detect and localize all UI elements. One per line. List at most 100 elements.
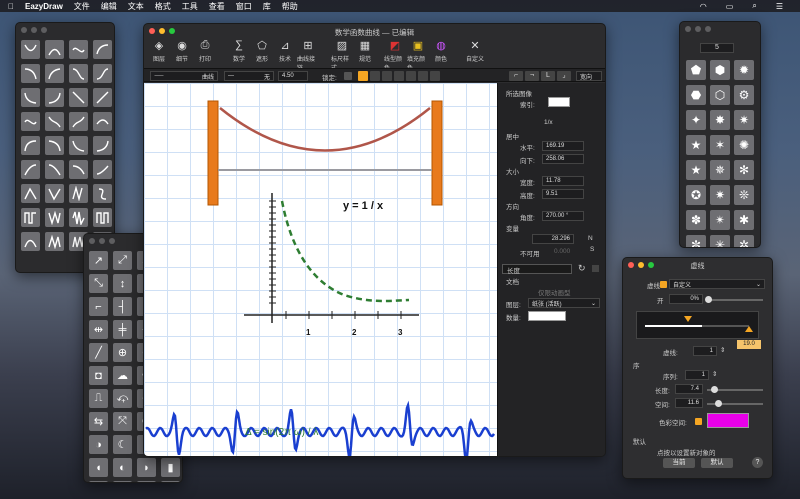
dash-type-select[interactable]: 自定义 ⌄	[669, 279, 765, 289]
drawing-tool-icon[interactable]: ◐	[113, 458, 132, 477]
length-slider[interactable]	[707, 386, 763, 393]
shape-tool-icon[interactable]: ✺	[734, 135, 754, 155]
left-post[interactable]	[207, 100, 219, 206]
shape-tool-icon[interactable]: ✪	[686, 185, 706, 205]
dash-count-field[interactable]: 1	[693, 346, 717, 356]
curve-tool-icon[interactable]	[69, 112, 88, 131]
curve-tool-icon[interactable]	[21, 112, 40, 131]
curve-tool-icon[interactable]	[45, 232, 64, 251]
curve-tool-icon[interactable]	[69, 88, 88, 107]
shape-tool-icon[interactable]: ⚙	[734, 85, 754, 105]
app-menu[interactable]: EazyDraw	[25, 2, 63, 11]
align-right-icon[interactable]	[382, 71, 392, 81]
shape-tool-icon[interactable]: ⬟	[686, 60, 706, 80]
shape-tool-icon[interactable]: ✲	[734, 235, 754, 247]
curve-link-button[interactable]: ⊞曲线接链	[297, 38, 319, 73]
curve-tool-icon[interactable]	[45, 112, 64, 131]
curve-tool-icon[interactable]	[69, 208, 88, 227]
align-center-icon[interactable]	[370, 71, 380, 81]
drawing-tool-icon[interactable]: ╪	[113, 320, 132, 339]
curve-tool-icon[interactable]	[45, 208, 64, 227]
wave-label[interactable]: Δ = sin(2π ω) / λ	[245, 427, 318, 438]
color-checkbox[interactable]	[695, 418, 702, 425]
wifi-icon[interactable]: ◠	[700, 2, 707, 11]
drawing-tool-icon[interactable]: ⎍	[89, 389, 108, 408]
menu-view[interactable]: 查看	[209, 1, 225, 12]
curve-tool-icon[interactable]	[21, 40, 40, 59]
curve-tool-icon[interactable]	[93, 160, 112, 179]
drawing-tool-icon[interactable]: ◑	[89, 435, 108, 454]
drawing-tool-icon[interactable]: ◖	[89, 458, 108, 477]
sine-wave[interactable]	[145, 400, 496, 457]
dash-checkbox[interactable]	[660, 281, 667, 288]
shape-tool-icon[interactable]: ✸	[710, 110, 730, 130]
curve-tool-icon[interactable]	[69, 40, 88, 59]
shape-tool-icon[interactable]: ✵	[710, 160, 730, 180]
shape-tool-icon[interactable]: ⬡	[710, 85, 730, 105]
corner-bl-icon[interactable]: L	[541, 71, 555, 81]
length-field[interactable]: 长度	[502, 264, 572, 275]
shape-tool-icon[interactable]: ⬢	[710, 60, 730, 80]
fill-color-button[interactable]: ▣填充颜色	[407, 38, 429, 73]
dash-preview[interactable]	[636, 311, 759, 339]
curve-tool-icon[interactable]	[93, 88, 112, 107]
angle-field[interactable]: 270.00 °	[542, 211, 584, 221]
refresh-icon[interactable]: ↻	[578, 263, 586, 274]
length-field-dash[interactable]: 7.4	[675, 384, 703, 394]
dash-marker-icon[interactable]	[684, 316, 692, 322]
layer-select[interactable]: 纸张 (活跃) ⌄	[528, 298, 600, 308]
drawing-tool-icon[interactable]: ☾	[113, 435, 132, 454]
drawing-tool-icon[interactable]: ⌐	[89, 297, 108, 316]
spec-button[interactable]: ▦ 规范	[354, 38, 376, 64]
align-justify-icon[interactable]	[394, 71, 404, 81]
curve-tool-icon[interactable]	[93, 64, 112, 83]
drawing-tool-icon[interactable]: 012	[113, 481, 132, 482]
line-color-button[interactable]: ◩线型颜色	[384, 38, 406, 73]
shape-tool-icon[interactable]: ✷	[734, 110, 754, 130]
drawing-tool-icon[interactable]: ⤢	[113, 251, 132, 270]
menu-library[interactable]: 库	[263, 1, 271, 12]
right-post[interactable]	[431, 100, 443, 206]
orient-select[interactable]: 宽向	[576, 71, 602, 81]
menu-window[interactable]: 窗口	[236, 1, 252, 12]
curve-tool-icon[interactable]	[21, 184, 40, 203]
curve-tool-icon[interactable]	[69, 64, 88, 83]
align-middle-icon[interactable]	[418, 71, 428, 81]
shape-tool-icon[interactable]: ✹	[734, 60, 754, 80]
drawing-tool-icon[interactable]: ◘	[89, 366, 108, 385]
shape-tool-icon[interactable]: ✳	[710, 235, 730, 247]
shape-tool-icon[interactable]: ✶	[710, 135, 730, 155]
drawing-tool-icon[interactable]: ┤	[113, 297, 132, 316]
reciprocal-curve[interactable]	[280, 200, 410, 303]
space-field[interactable]: 11.6	[675, 398, 703, 408]
points-field[interactable]: 5	[700, 43, 734, 53]
color-swatch[interactable]	[707, 413, 749, 428]
drawing-tool-icon[interactable]: ▦	[137, 481, 156, 482]
curve-tool-icon[interactable]	[93, 40, 112, 59]
height-field[interactable]: 9.51	[542, 189, 584, 199]
color-button[interactable]: ◍ 颜色	[430, 38, 452, 64]
shape-tool-icon[interactable]: ✽	[686, 210, 706, 230]
line-style-select[interactable]: ········· 曲线	[150, 71, 218, 81]
drawing-tool-icon[interactable]: ╱	[89, 343, 108, 362]
gap-marker-icon[interactable]	[745, 326, 753, 332]
math-button[interactable]: ∑ 数学	[228, 38, 250, 63]
shape-button[interactable]: ⬠ 遮形	[251, 38, 273, 64]
curve-tool-icon[interactable]	[21, 232, 40, 251]
search-icon[interactable]: ⌕	[752, 1, 756, 11]
curve-tool-icon[interactable]	[69, 160, 88, 179]
curve-tool-icon[interactable]	[45, 160, 64, 179]
shape-tool-icon[interactable]: ⬣	[686, 85, 706, 105]
sequence-stepper[interactable]: ⇕	[712, 370, 717, 378]
equation-label[interactable]: y = 1 / x	[343, 200, 383, 212]
corner-tl-icon[interactable]: ⌐	[509, 71, 523, 81]
shape-tool-icon[interactable]: ❊	[734, 185, 754, 205]
shape-tool-icon[interactable]: ✷	[710, 185, 730, 205]
shape-tool-icon[interactable]: ★	[686, 160, 706, 180]
horizontal-field[interactable]: 169.19	[542, 141, 584, 151]
curve-tool-icon[interactable]	[21, 160, 40, 179]
curve-tool-icon[interactable]	[69, 184, 88, 203]
vertical-field[interactable]: 258.06	[542, 154, 584, 164]
dash-count-stepper[interactable]: ⇕	[720, 346, 725, 354]
drawing-tool-icon[interactable]: ⤧	[113, 412, 132, 431]
